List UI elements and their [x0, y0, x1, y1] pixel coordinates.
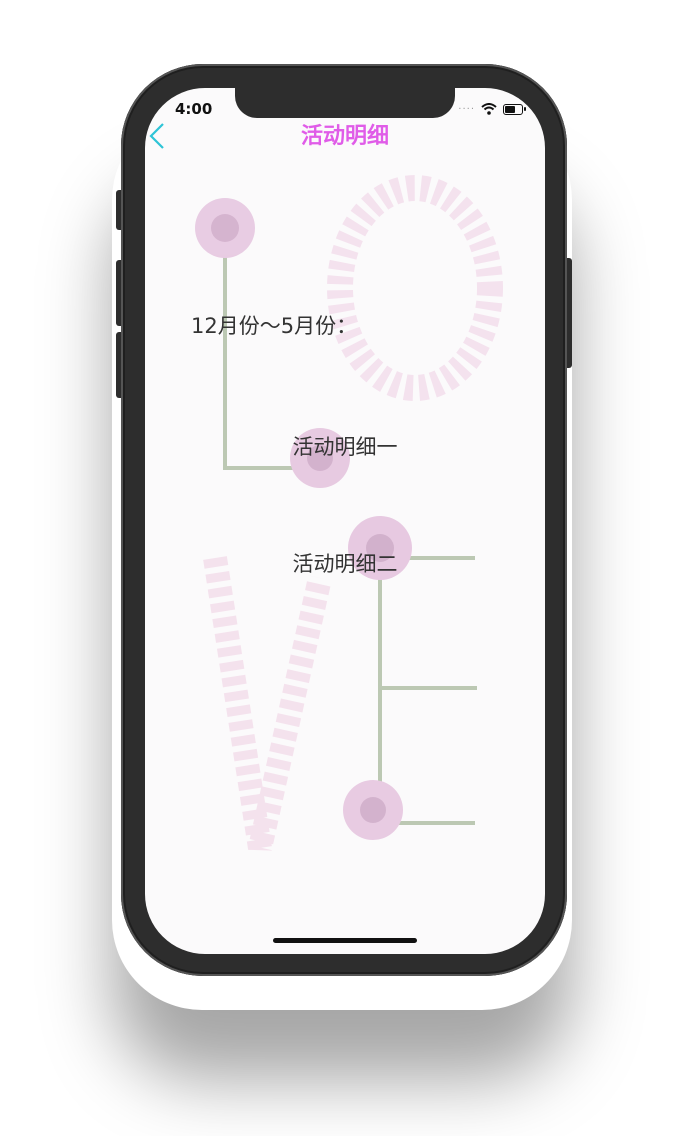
- status-icons: ····: [458, 100, 526, 118]
- page-title: 活动明细: [300, 124, 389, 149]
- date-range-label: 12月份～5月份：: [191, 314, 358, 338]
- wifi-icon: [481, 103, 497, 115]
- background-flowers-image: [195, 175, 503, 851]
- notch: [235, 88, 455, 118]
- home-indicator[interactable]: [273, 938, 417, 943]
- screen: 4:00 ···· 活动明细 12月份～5月份： 活动明细一 活动明细二: [145, 88, 545, 954]
- status-time: 4:00: [175, 100, 213, 118]
- battery-icon: [503, 103, 526, 115]
- activity-detail-item-2[interactable]: 活动明细二: [145, 548, 545, 578]
- activity-detail-item-1[interactable]: 活动明细一: [145, 431, 545, 461]
- signal-icon: ····: [458, 103, 475, 115]
